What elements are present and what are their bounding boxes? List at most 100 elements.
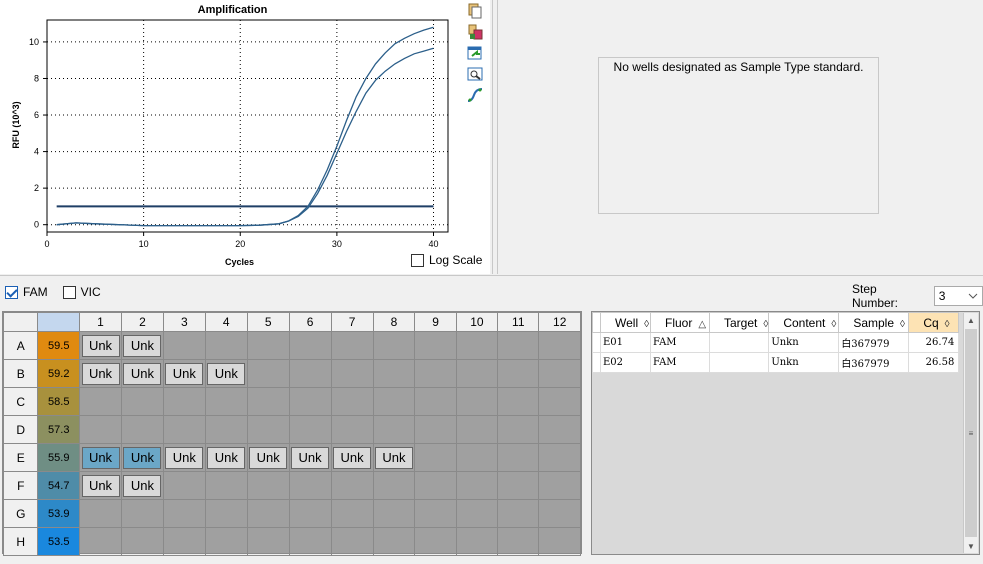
log-scale-option[interactable]: Log Scale <box>411 253 482 267</box>
plate-well[interactable] <box>414 499 457 528</box>
plate-well[interactable] <box>246 415 290 444</box>
plate-row-header[interactable]: G <box>2 499 39 528</box>
plate-well[interactable]: Unk <box>79 359 122 388</box>
zoom-icon[interactable] <box>467 66 483 82</box>
plate-well[interactable] <box>497 499 540 528</box>
plate-column-header[interactable]: 12 <box>538 312 581 332</box>
column-header-sample[interactable]: Sample ◊ <box>838 312 910 333</box>
vic-checkbox[interactable] <box>62 285 76 299</box>
vertical-splitter[interactable] <box>492 0 498 274</box>
log-scale-checkbox[interactable] <box>411 253 424 267</box>
plate-well[interactable] <box>204 527 248 556</box>
plate-well[interactable] <box>120 499 164 528</box>
plate-well[interactable] <box>330 499 374 528</box>
column-header-fluor[interactable]: Fluor △ <box>650 312 710 333</box>
scroll-up-icon[interactable]: ▲ <box>964 313 978 327</box>
plate-column-header[interactable]: 3 <box>162 312 206 332</box>
plate-row-header[interactable]: E <box>2 443 39 472</box>
plate-well[interactable]: Unk <box>330 443 374 472</box>
plate-row-header[interactable]: D <box>2 415 39 444</box>
plate-well[interactable] <box>120 527 164 556</box>
sort-icon[interactable]: ◊ <box>644 319 649 330</box>
amplification-plot[interactable]: 0 10 20 30 40 0 2 4 6 8 10 <box>0 0 490 274</box>
plate-well[interactable] <box>288 359 332 388</box>
plate-well[interactable] <box>455 471 499 500</box>
column-header-cq[interactable]: Cq ◊ <box>908 312 960 333</box>
plate-well[interactable] <box>288 471 332 500</box>
plate-well[interactable] <box>288 499 332 528</box>
fluor-option-fam[interactable]: FAM <box>5 285 48 299</box>
row-header[interactable] <box>592 352 601 373</box>
plate-well[interactable] <box>538 443 581 472</box>
plate-well[interactable] <box>79 527 122 556</box>
plate-well[interactable] <box>204 387 248 416</box>
row-header[interactable] <box>592 332 601 353</box>
plate-well[interactable]: Unk <box>162 359 206 388</box>
plate-well[interactable] <box>246 527 290 556</box>
scroll-grip-icon[interactable]: ≡ <box>965 329 977 537</box>
plate-well[interactable]: Unk <box>162 443 206 472</box>
plate-column-header[interactable]: 2 <box>120 312 164 332</box>
plate-well[interactable] <box>330 359 374 388</box>
plate-well[interactable] <box>162 527 206 556</box>
sort-icon[interactable]: ◊ <box>831 319 836 330</box>
plate-well[interactable]: Unk <box>79 471 122 500</box>
plate-row-header[interactable]: B <box>2 359 39 388</box>
plate-column-header[interactable]: 8 <box>372 312 416 332</box>
plate-well[interactable] <box>538 527 581 556</box>
horizontal-splitter[interactable] <box>0 275 983 278</box>
plate-well[interactable] <box>246 387 290 416</box>
plate-well[interactable] <box>372 499 416 528</box>
plate-well[interactable] <box>330 471 374 500</box>
plate-well[interactable] <box>372 471 416 500</box>
plate-row-header[interactable]: C <box>2 387 39 416</box>
plate-well[interactable] <box>455 499 499 528</box>
copy-icon[interactable] <box>467 3 483 19</box>
plate-well[interactable]: Unk <box>204 443 248 472</box>
results-scrollbar[interactable]: ▲ ≡ ▼ <box>963 313 978 553</box>
plate-column-header[interactable]: 1 <box>79 312 122 332</box>
plate-select-all[interactable] <box>37 312 81 332</box>
plate-column-header[interactable]: 11 <box>497 312 540 332</box>
plate-well[interactable] <box>330 415 374 444</box>
plate-well[interactable] <box>497 471 540 500</box>
plate-well[interactable] <box>497 415 540 444</box>
sort-icon[interactable]: ◊ <box>900 319 905 330</box>
print-icon[interactable] <box>467 24 483 40</box>
plate-well[interactable] <box>79 387 122 416</box>
plate-well[interactable] <box>538 387 581 416</box>
plate-well[interactable] <box>330 527 374 556</box>
plate-well[interactable] <box>497 387 540 416</box>
plate-column-header[interactable]: 4 <box>204 312 248 332</box>
plate-well[interactable] <box>455 415 499 444</box>
plate-column-header[interactable]: 9 <box>414 312 457 332</box>
plate-well[interactable] <box>497 443 540 472</box>
plate-well[interactable] <box>497 359 540 388</box>
plate-corner[interactable] <box>2 312 39 332</box>
column-header-target[interactable]: Target ◊ <box>708 312 770 333</box>
plate-well[interactable] <box>204 331 248 360</box>
plate-well[interactable] <box>372 415 416 444</box>
plate-well[interactable] <box>538 499 581 528</box>
plate-column-header[interactable]: 6 <box>288 312 332 332</box>
table-row[interactable]: E01 FAM Unkn 白367979 26.74 <box>592 332 960 353</box>
plate-well[interactable]: Unk <box>204 359 248 388</box>
plate-well[interactable] <box>455 387 499 416</box>
plate-well[interactable] <box>246 499 290 528</box>
plate-well[interactable] <box>288 527 332 556</box>
plate-well[interactable] <box>372 359 416 388</box>
plate-well[interactable]: Unk <box>288 443 332 472</box>
fluor-option-vic[interactable]: VIC <box>62 285 101 299</box>
plate-well[interactable]: Unk <box>79 331 122 360</box>
plate-well[interactable] <box>414 527 457 556</box>
plate-well[interactable] <box>538 471 581 500</box>
plate-well[interactable] <box>330 331 374 360</box>
plate-well[interactable] <box>414 359 457 388</box>
plate-column-header[interactable]: 5 <box>246 312 290 332</box>
plate-well[interactable] <box>288 331 332 360</box>
plate-well[interactable]: Unk <box>372 443 416 472</box>
column-header-content[interactable]: Content ◊ <box>768 312 840 333</box>
plate-well[interactable] <box>246 359 290 388</box>
plate-well[interactable] <box>330 387 374 416</box>
plate-well[interactable] <box>497 527 540 556</box>
